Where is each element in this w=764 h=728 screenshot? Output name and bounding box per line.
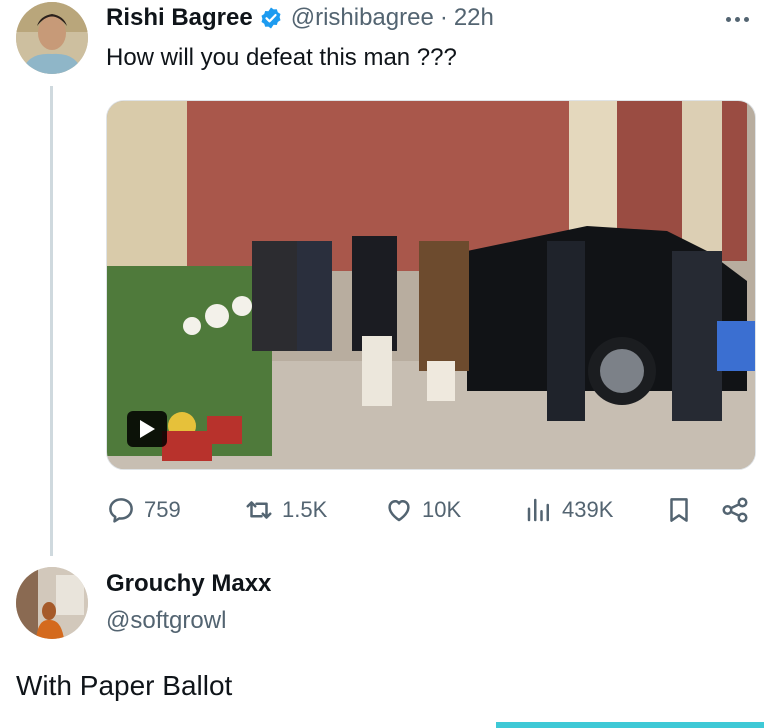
thread-line	[50, 86, 53, 556]
tweet: Rishi Bagree @rishibagree · 22h How will…	[0, 0, 764, 556]
tweet-header: Rishi Bagree @rishibagree · 22h	[106, 4, 494, 32]
video-frame	[107, 101, 755, 469]
author-name[interactable]: Rishi Bagree	[106, 4, 253, 32]
share-button[interactable]	[720, 490, 750, 530]
bookmark-icon	[670, 498, 688, 522]
reply-icon	[109, 498, 133, 523]
more-options-icon[interactable]	[722, 12, 752, 26]
tweet-text: How will you defeat this man ???	[106, 44, 457, 71]
reply-author-name[interactable]: Grouchy Maxx	[106, 570, 271, 598]
reply-count: 759	[144, 497, 181, 522]
reply-text: With Paper Ballot	[16, 670, 233, 701]
bookmark-button[interactable]	[664, 490, 694, 530]
video-media[interactable]	[106, 100, 756, 470]
like-icon	[388, 500, 410, 522]
separator-dot: ·	[439, 4, 448, 31]
reply-author-handle[interactable]: @softgrowl	[106, 607, 226, 635]
like-button[interactable]: 10K	[384, 490, 461, 530]
view-count: 439K	[562, 497, 614, 522]
like-count: 10K	[422, 497, 462, 522]
tweet-time[interactable]: 22h	[454, 4, 494, 32]
share-icon	[722, 497, 748, 523]
repost-button[interactable]: 1.5K	[244, 490, 327, 530]
author-handle[interactable]: @rishibagree	[291, 4, 434, 32]
views-button[interactable]: 439K	[524, 490, 613, 530]
verified-badge-icon	[261, 7, 281, 29]
tweet-actions: 759 1.5K 10K 439K	[106, 490, 754, 530]
reply-button[interactable]: 759	[106, 490, 181, 530]
reply-author-avatar[interactable]	[16, 567, 88, 639]
repost-icon	[246, 501, 272, 519]
accent-bar	[496, 722, 764, 728]
views-icon	[527, 498, 549, 522]
author-avatar[interactable]	[16, 2, 88, 74]
play-button[interactable]	[127, 411, 167, 447]
repost-count: 1.5K	[282, 497, 328, 522]
play-icon	[140, 420, 155, 438]
